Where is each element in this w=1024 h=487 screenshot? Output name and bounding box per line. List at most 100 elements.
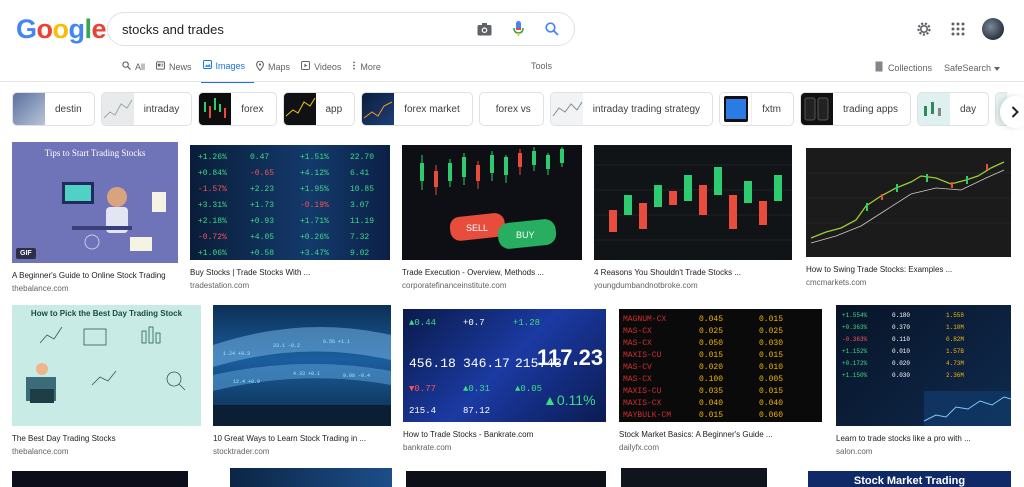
chip-label: day (960, 103, 977, 115)
tab-maps[interactable]: Maps (254, 58, 299, 83)
more-vert-icon (352, 61, 356, 72)
result-thumbnail[interactable]: Tips to Start Trading Stocks GIF (12, 142, 178, 263)
result-thumbnail[interactable]: MAGNUM-CX MAS-CX MAS-CX MAXIS-CU MAS-CV MAS-… (619, 309, 822, 422)
result-title[interactable]: Stock Market Basics: A Beginner's Guide … (619, 430, 822, 439)
svg-text:10.85: 10.85 (350, 185, 374, 194)
svg-text:MAS-CX: MAS-CX (623, 327, 652, 336)
image-result[interactable]: +1.26% 0.47 +1.51% 22.70 +0.84% -0.65 +4.12% 6… (190, 145, 390, 290)
result-thumbnail[interactable]: +1.26% 0.47 +1.51% 22.70 +0.84% -0.65 +4.12% 6… (190, 145, 390, 260)
account-avatar[interactable] (982, 18, 1004, 40)
image-result[interactable] (12, 471, 188, 487)
chip-forex[interactable]: forex (198, 92, 277, 126)
search-box[interactable] (107, 12, 575, 46)
chips-next-arrow-icon[interactable] (1000, 96, 1024, 128)
chip-forex-market[interactable]: forex market (361, 92, 473, 126)
search-icon[interactable] (542, 19, 562, 39)
chip-forex-vs[interactable]: forex vs (478, 92, 544, 126)
result-source[interactable]: dailyfx.com (619, 443, 822, 452)
image-result[interactable]: How to Pick the Best Day Trading Stock T… (12, 305, 201, 456)
image-result[interactable]: Tips to Start Trading Stocks GIF A Begin… (12, 142, 178, 293)
chip-thumbnail (283, 93, 316, 125)
result-title[interactable]: How to Trade Stocks - Bankrate.com (403, 430, 606, 439)
svg-text:11.19: 11.19 (350, 217, 374, 226)
svg-text:+1.51%: +1.51% (300, 153, 329, 162)
svg-text:-0.19%: -0.19% (300, 201, 329, 210)
result-title[interactable]: Trade Execution - Overview, Methods ... (402, 268, 582, 277)
svg-text:+1.150%: +1.150% (842, 372, 868, 379)
svg-text:MAXIS-CU: MAXIS-CU (623, 351, 662, 360)
result-source[interactable]: corporatefinanceinstitute.com (402, 281, 582, 290)
tab-news[interactable]: News (154, 58, 201, 83)
result-title[interactable]: 10 Great Ways to Learn Stock Trading in … (213, 434, 391, 443)
result-source[interactable]: cmcmarkets.com (806, 278, 1011, 287)
result-source[interactable]: stocktrader.com (213, 447, 391, 456)
result-title[interactable]: 4 Reasons You Shouldn't Trade Stocks ... (594, 268, 792, 277)
result-thumbnail[interactable]: ▲0.44 +0.7 +1.28 456.18 346.17 215.43 ▼0.77 ▲… (403, 309, 606, 422)
image-result[interactable]: How to Swing Trade Stocks: Examples ... … (806, 148, 1011, 287)
settings-gear-icon[interactable] (914, 19, 934, 39)
image-result[interactable]: Stock Market Trading (808, 471, 1011, 487)
google-logo[interactable]: Google (16, 14, 107, 45)
result-source[interactable]: thebalance.com (12, 447, 201, 456)
result-title[interactable]: Buy Stocks | Trade Stocks With ... (190, 268, 390, 277)
svg-text:0.030: 0.030 (759, 339, 783, 348)
image-result[interactable] (406, 471, 606, 487)
result-thumbnail[interactable] (594, 145, 792, 260)
chip-trading-apps[interactable]: trading apps (799, 92, 911, 126)
chip-label: forex (241, 103, 264, 115)
result-thumbnail[interactable] (806, 148, 1011, 257)
image-result[interactable]: MAGNUM-CX MAS-CX MAS-CX MAXIS-CU MAS-CV MAS-… (619, 309, 822, 452)
svg-text:▲0.05: ▲0.05 (515, 384, 542, 394)
svg-text:MAXIS-CU: MAXIS-CU (623, 387, 662, 396)
svg-text:0.015: 0.015 (759, 315, 783, 324)
result-source[interactable]: thebalance.com (12, 284, 178, 293)
result-title[interactable]: The Best Day Trading Stocks (12, 434, 201, 443)
chip-intraday[interactable]: intraday (100, 92, 193, 126)
result-source[interactable]: salon.com (836, 447, 1011, 456)
svg-text:+1.26%: +1.26% (198, 153, 227, 162)
result-title[interactable]: A Beginner's Guide to Online Stock Tradi… (12, 271, 178, 280)
image-result[interactable]: 1.24 +0.3 33.1 -0.2 8.56 +1.1 12.4 +0.9 4.3… (213, 305, 391, 456)
result-thumbnail[interactable]: SELL BUY (402, 145, 582, 260)
apps-grid-icon[interactable] (948, 19, 968, 39)
result-source[interactable]: bankrate.com (403, 443, 606, 452)
result-title[interactable]: Learn to trade stocks like a pro with ..… (836, 434, 1011, 443)
result-title[interactable]: How to Swing Trade Stocks: Examples ... (806, 265, 1011, 274)
tab-more[interactable]: More (350, 58, 390, 83)
camera-icon[interactable] (474, 19, 494, 39)
tab-videos[interactable]: Videos (299, 58, 350, 83)
svg-text:0.050: 0.050 (699, 339, 723, 348)
chip-app[interactable]: app (282, 92, 356, 126)
result-source[interactable]: tradestation.com (190, 281, 390, 290)
result-thumbnail[interactable]: How to Pick the Best Day Trading Stock (12, 305, 201, 426)
chip-label: destin (55, 103, 82, 115)
chip-intraday-trading-strategy[interactable]: intraday trading strategy (549, 92, 714, 126)
collections-link[interactable]: Collections (875, 61, 932, 74)
image-result[interactable]: +1.554% 0.180 1.558 +0.363% 0.370 1.10M -0.3… (836, 305, 1011, 456)
chip-destin[interactable]: destin (12, 92, 95, 126)
microphone-icon[interactable] (508, 19, 528, 39)
buy-label: BUY (516, 230, 535, 240)
tab-images[interactable]: Images (200, 58, 255, 83)
image-result[interactable]: 4 Reasons You Shouldn't Trade Stocks ...… (594, 145, 792, 290)
chip-fxtm[interactable]: fxtm (719, 92, 794, 126)
tab-label: All (135, 61, 146, 72)
svg-text:+1.73: +1.73 (250, 201, 274, 210)
image-result[interactable]: SELL BUY Trade Execution - Overview, Met… (402, 145, 582, 290)
result-source[interactable]: youngdumbandnotbroke.com (594, 281, 792, 290)
map-pin-icon (256, 60, 264, 73)
svg-text:1.10M: 1.10M (946, 324, 964, 331)
result-thumbnail[interactable]: 1.24 +0.3 33.1 -0.2 8.56 +1.1 12.4 +0.9 4.3… (213, 305, 391, 426)
chip-day[interactable]: day (917, 92, 990, 126)
image-result[interactable] (230, 468, 392, 487)
svg-text:0.82M: 0.82M (946, 336, 964, 343)
tab-all[interactable]: All (120, 58, 154, 83)
result-thumbnail[interactable]: +1.554% 0.180 1.558 +0.363% 0.370 1.10M -0.3… (836, 305, 1011, 426)
svg-text:+1.152%: +1.152% (842, 348, 868, 355)
tools-button[interactable]: Tools (531, 61, 552, 71)
search-input[interactable] (122, 21, 472, 37)
svg-text:+0.84%: +0.84% (198, 169, 227, 178)
image-result[interactable] (621, 468, 767, 487)
image-result[interactable]: ▲0.44 +0.7 +1.28 456.18 346.17 215.43 ▼0.77 ▲… (403, 309, 606, 452)
safesearch-dropdown[interactable]: SafeSearch (944, 63, 1000, 73)
